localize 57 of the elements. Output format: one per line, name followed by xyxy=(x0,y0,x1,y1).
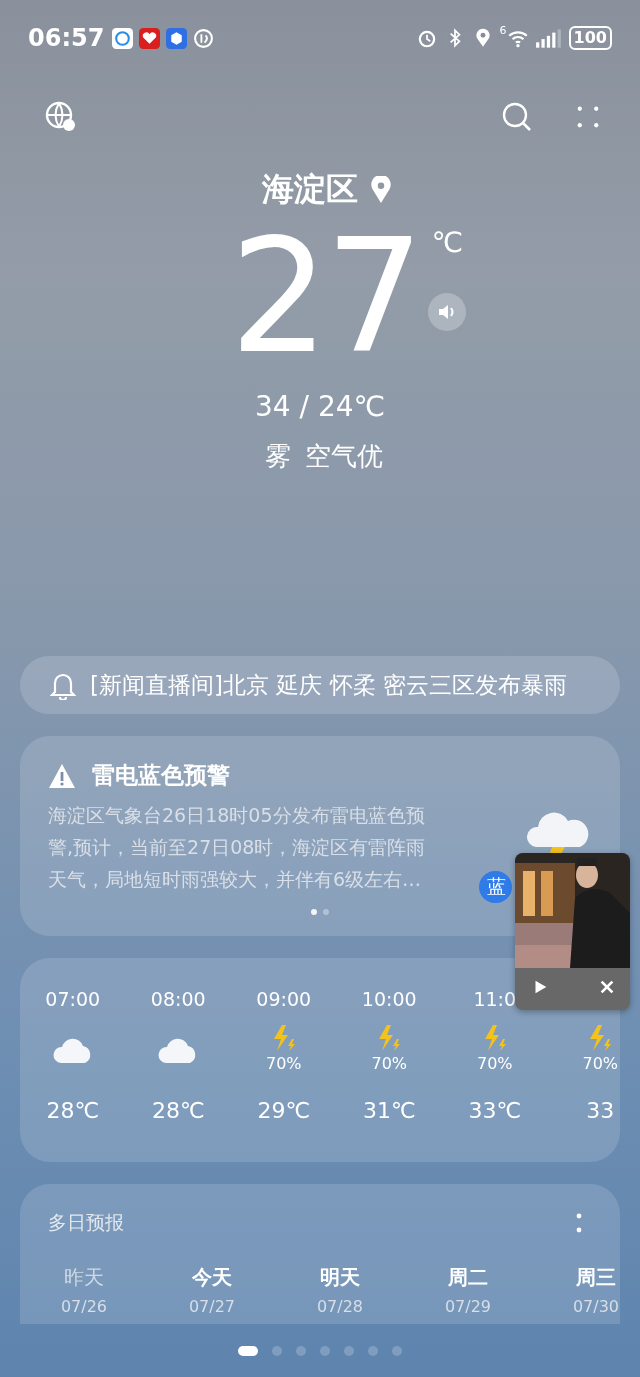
day-date: 07/26 xyxy=(60,1297,108,1316)
page-indicator-dot[interactable] xyxy=(296,1346,306,1356)
network-label: 6 xyxy=(499,24,507,37)
hour-temperature: 33 xyxy=(586,1098,615,1123)
day-label: 周二 xyxy=(448,1264,488,1291)
day-label: 昨天 xyxy=(64,1264,104,1291)
globe-icon[interactable] xyxy=(44,100,78,134)
day-label: 周三 xyxy=(576,1264,616,1291)
hour-temperature: 29℃ xyxy=(257,1098,311,1123)
weather-condition: 雾 xyxy=(265,440,291,473)
heart-app-icon xyxy=(139,27,161,49)
news-ticker[interactable]: [新闻直播间]北京 延庆 怀柔 密云三区发布暴雨 xyxy=(20,656,620,714)
page-indicator-dot[interactable] xyxy=(320,1346,330,1356)
hour-temperature: 31℃ xyxy=(362,1098,416,1123)
rain-chance: 70% xyxy=(582,1054,619,1073)
hour-temperature: 33℃ xyxy=(468,1098,522,1123)
location-pin-icon[interactable] xyxy=(370,176,392,204)
day-label: 今天 xyxy=(192,1264,232,1291)
hour-time: 10:00 xyxy=(361,988,417,1012)
day-date: 07/27 xyxy=(188,1297,236,1316)
hour-temperature: 28℃ xyxy=(151,1098,205,1123)
more-icon[interactable] xyxy=(576,1213,582,1233)
battery-indicator: 100 xyxy=(568,26,612,50)
signal-icon xyxy=(534,27,563,49)
alert-title: 雷电蓝色预警 xyxy=(92,761,230,790)
alert-description: 海淀区气象台26日18时05分发布雷电蓝色预警,预计，当前至27日08时，海淀区有雷阵雨天气，局地短时雨强较大，并伴有6级左右… xyxy=(48,803,427,892)
forecast-title: 多日预报 xyxy=(48,1210,124,1235)
page-indicator-dot[interactable] xyxy=(344,1346,354,1356)
news-headline: [新闻直播间]北京 延庆 怀柔 密云三区发布暴雨 xyxy=(90,670,567,700)
hour-time: 11:0 xyxy=(473,988,517,1012)
hour-temperature: 28℃ xyxy=(46,1098,100,1123)
rain-chance: 70% xyxy=(476,1054,513,1073)
page-indicator-dot[interactable] xyxy=(392,1346,402,1356)
speaker-icon[interactable] xyxy=(428,293,467,331)
location-name[interactable]: 海淀区 xyxy=(262,168,358,212)
rain-chance: 70% xyxy=(265,1054,302,1073)
status-time: 06:57 xyxy=(28,24,105,52)
temperature-range: 34 / 24℃ xyxy=(254,390,386,423)
temperature-unit: ℃ xyxy=(431,226,463,259)
day-label: 明天 xyxy=(320,1264,360,1291)
alert-level-badge: 蓝 xyxy=(479,871,512,903)
air-quality: 空气优 xyxy=(305,440,383,473)
hour-time: 07:00 xyxy=(45,988,101,1012)
cloud-icon xyxy=(52,1038,93,1064)
day-date: 07/30 xyxy=(572,1297,620,1316)
close-icon[interactable] xyxy=(598,978,616,996)
current-temperature: 27 xyxy=(229,222,421,372)
day-date: 07/29 xyxy=(444,1297,492,1316)
page-indicator-dot[interactable] xyxy=(272,1346,282,1356)
rain-chance: 70% xyxy=(371,1054,408,1073)
page-indicator-dot[interactable] xyxy=(368,1346,378,1356)
alert-card[interactable]: 雷电蓝色预警 海淀区气象台26日18时05分发布雷电蓝色预警,预计，当前至27日08时，海淀区有雷阵雨天气，局地短时雨强较大，并伴有6级左右… 蓝 xyxy=(20,736,620,936)
day-date: 07/28 xyxy=(316,1297,364,1316)
warning-icon xyxy=(48,762,76,789)
hour-time: 08:00 xyxy=(150,988,206,1012)
hour-time: 09:00 xyxy=(256,988,312,1012)
video-popup[interactable] xyxy=(515,853,630,1010)
